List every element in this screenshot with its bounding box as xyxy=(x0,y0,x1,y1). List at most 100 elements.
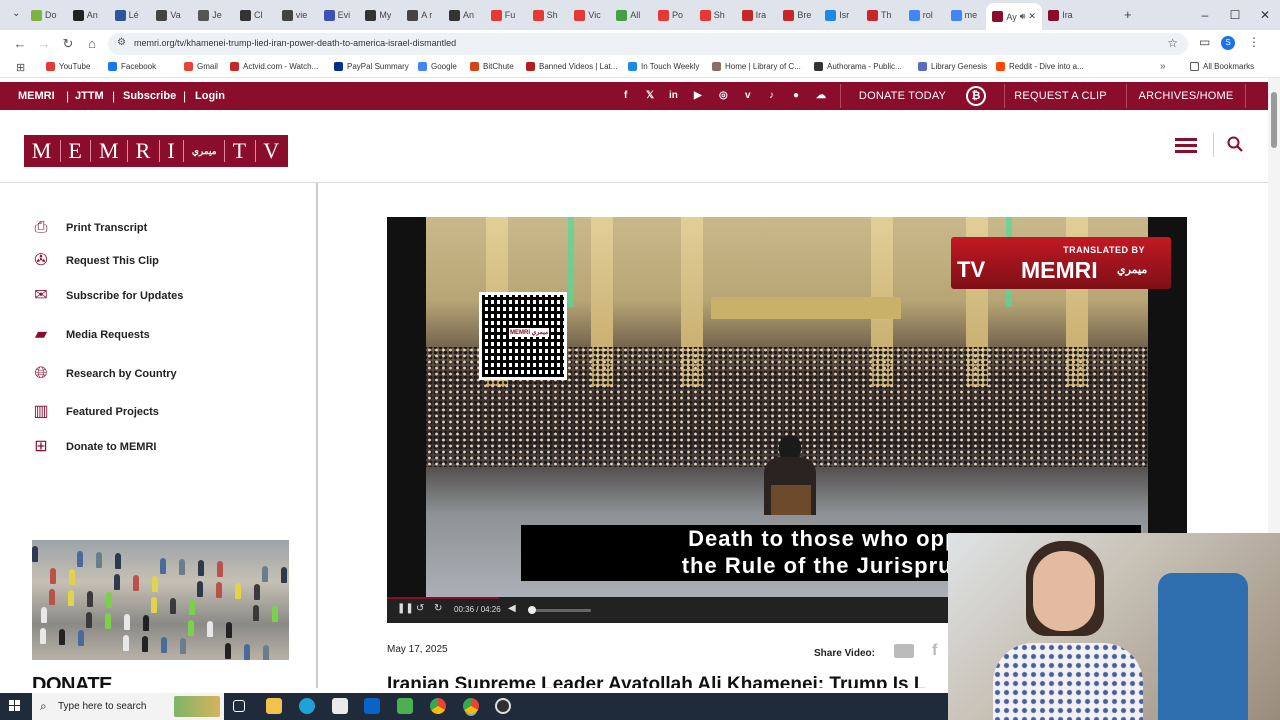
share-facebook-icon[interactable]: f xyxy=(932,642,937,660)
back-icon[interactable]: ← xyxy=(12,36,28,51)
bookmark-item[interactable]: Authorama - Public... xyxy=(814,62,902,71)
app-icon[interactable] xyxy=(397,698,413,714)
linkedin-icon[interactable]: in xyxy=(669,90,678,101)
browser-tab[interactable]: Va xyxy=(156,6,181,24)
browser-tab[interactable]: All xyxy=(616,6,640,24)
bookmark-item[interactable]: In Touch Weekly xyxy=(628,62,699,71)
outlook-icon[interactable] xyxy=(364,698,380,714)
bookmark-item[interactable]: PayPal Summary xyxy=(334,62,409,71)
donate-promo-image[interactable] xyxy=(32,540,289,660)
browser-tab[interactable]: Sh xyxy=(532,6,558,24)
donate-today-button[interactable]: DONATE TODAY xyxy=(840,84,964,108)
browser-tab[interactable]: Bre xyxy=(783,6,811,24)
sidebar-item-print-transcript[interactable]: ⎙ Print Transcript xyxy=(32,219,148,237)
volume-icon[interactable]: ◀ xyxy=(508,603,516,614)
profile-avatar[interactable]: S xyxy=(1221,36,1235,50)
browser-tab[interactable]: Po xyxy=(658,6,683,24)
browser-tab[interactable]: My xyxy=(365,6,391,24)
obs-icon[interactable] xyxy=(495,698,511,714)
request-clip-button[interactable]: REQUEST A CLIP xyxy=(1004,84,1116,108)
address-bar[interactable]: ⚙ memri.org/tv/khamenei-trump-lied-iran-… xyxy=(108,33,1188,55)
bookmark-item[interactable]: Reddit - Dive into a... xyxy=(996,62,1084,71)
subscribe-link[interactable]: Subscribe xyxy=(123,90,176,102)
sidebar-item-subscribe[interactable]: ✉ Subscribe for Updates xyxy=(32,287,183,305)
browser-tab[interactable]: Cl xyxy=(240,6,263,24)
bookmark-item[interactable]: BitChute xyxy=(470,62,514,71)
browser-tab[interactable]: Je xyxy=(198,6,222,24)
windows-start-icon[interactable] xyxy=(9,700,21,712)
bookmark-item[interactable]: Google xyxy=(418,62,457,71)
bitcoin-icon[interactable]: ₿ xyxy=(966,86,986,106)
x-icon[interactable]: 𝕏 xyxy=(646,90,654,101)
memri-link[interactable]: MEMRI xyxy=(18,90,55,102)
chrome-active-icon[interactable] xyxy=(463,698,479,714)
sidebar-item-media-requests[interactable]: ▰ Media Requests xyxy=(32,326,150,344)
close-tab-icon[interactable]: ✕ xyxy=(1028,11,1036,22)
forward-icon[interactable]: ↻ xyxy=(434,603,442,614)
minimize-icon[interactable]: – xyxy=(1190,0,1220,30)
more-bookmarks-icon[interactable]: » xyxy=(1160,61,1166,72)
audio-icon[interactable]: 🔊︎ xyxy=(1020,11,1026,22)
cast-icon[interactable]: ▭ xyxy=(1199,35,1210,49)
bookmark-item[interactable]: YouTube xyxy=(46,62,90,71)
browser-tab[interactable]: Th xyxy=(867,6,892,24)
sidebar-item-research-country[interactable]: 🌐︎ Research by Country xyxy=(32,365,177,383)
browser-tab[interactable]: Do xyxy=(31,6,57,24)
taskbar-search-box[interactable]: ⌕ Type here to search xyxy=(32,693,224,720)
bookmark-star-icon[interactable]: ☆ xyxy=(1167,36,1178,50)
browser-tab[interactable]: Sh xyxy=(699,6,725,24)
apps-grid-icon[interactable]: ⊞ xyxy=(16,61,25,74)
browser-tab[interactable]: me xyxy=(950,6,977,24)
file-explorer-icon[interactable] xyxy=(266,698,282,714)
youtube-icon[interactable]: ▶ xyxy=(694,90,702,101)
browser-tab[interactable]: rol xyxy=(908,6,933,24)
bookmark-item[interactable]: Gmail xyxy=(184,62,218,71)
video-progress-bar[interactable] xyxy=(387,597,499,599)
rewind-icon[interactable]: ↺ xyxy=(416,603,424,614)
chrome-menu-icon[interactable]: ⋮ xyxy=(1248,35,1260,49)
bookmark-item[interactable]: Banned Videos | Lat... xyxy=(526,62,617,71)
browser-tab[interactable]: An xyxy=(449,6,474,24)
edge-icon[interactable] xyxy=(299,698,315,714)
browser-tab[interactable]: Ira xyxy=(741,6,766,24)
browser-tab[interactable]: Ira xyxy=(1048,6,1073,24)
task-view-icon[interactable] xyxy=(233,700,245,712)
browser-tab[interactable]: Vic xyxy=(574,6,601,24)
maximize-icon[interactable]: ☐ xyxy=(1220,0,1250,30)
volume-handle[interactable] xyxy=(528,606,536,614)
browser-tab[interactable]: A r xyxy=(407,6,432,24)
share-email-icon[interactable] xyxy=(894,644,914,658)
reload-icon[interactable]: ↻ xyxy=(60,36,76,52)
browser-tab[interactable]: Fu xyxy=(490,6,515,24)
volume-slider[interactable] xyxy=(531,609,591,612)
browser-tab[interactable]: vie xyxy=(281,6,307,24)
hamburger-menu-icon[interactable] xyxy=(1175,138,1197,154)
pause-icon[interactable]: ❚❚ xyxy=(397,603,414,614)
scrollbar-thumb[interactable] xyxy=(1271,92,1277,148)
browser-tab[interactable]: Ay 🔊︎ ✕ xyxy=(986,3,1042,30)
browser-tab[interactable]: Isr xyxy=(825,6,849,24)
browser-tab[interactable]: An xyxy=(72,6,98,24)
store-icon[interactable] xyxy=(332,698,348,714)
apple-icon[interactable]: ● xyxy=(793,90,799,101)
bookmark-item[interactable]: Facebook xyxy=(108,62,156,71)
memri-tv-logo[interactable]: M E M R I ميمري T V xyxy=(24,135,288,167)
bookmark-item[interactable]: Home | Library of C... xyxy=(712,62,801,71)
facebook-icon[interactable]: f xyxy=(624,90,627,101)
site-info-icon[interactable]: ⚙ xyxy=(117,37,126,48)
close-window-icon[interactable]: ✕ xyxy=(1250,0,1280,30)
archives-home-button[interactable]: ARCHIVES/HOME xyxy=(1126,84,1246,108)
tiktok-icon[interactable]: ♪ xyxy=(769,90,774,101)
browser-tab[interactable]: Evi xyxy=(323,6,350,24)
sidebar-item-donate[interactable]: ⊞ Donate to MEMRI xyxy=(32,438,156,456)
chrome-icon[interactable] xyxy=(430,698,446,714)
jttm-link[interactable]: JTTM xyxy=(75,90,104,102)
tab-search-icon[interactable]: ⌄ xyxy=(12,8,20,19)
all-bookmarks[interactable]: All Bookmarks xyxy=(1190,62,1254,71)
cloud-icon[interactable]: ☁ xyxy=(816,90,826,101)
home-icon[interactable]: ⌂ xyxy=(84,36,100,51)
vimeo-icon[interactable]: v xyxy=(745,90,751,101)
bookmark-item[interactable]: Actvid.com - Watch... xyxy=(230,62,318,71)
browser-tab[interactable]: Lé xyxy=(114,6,139,24)
sidebar-item-request-clip[interactable]: ✇ Request This Clip xyxy=(32,252,159,270)
